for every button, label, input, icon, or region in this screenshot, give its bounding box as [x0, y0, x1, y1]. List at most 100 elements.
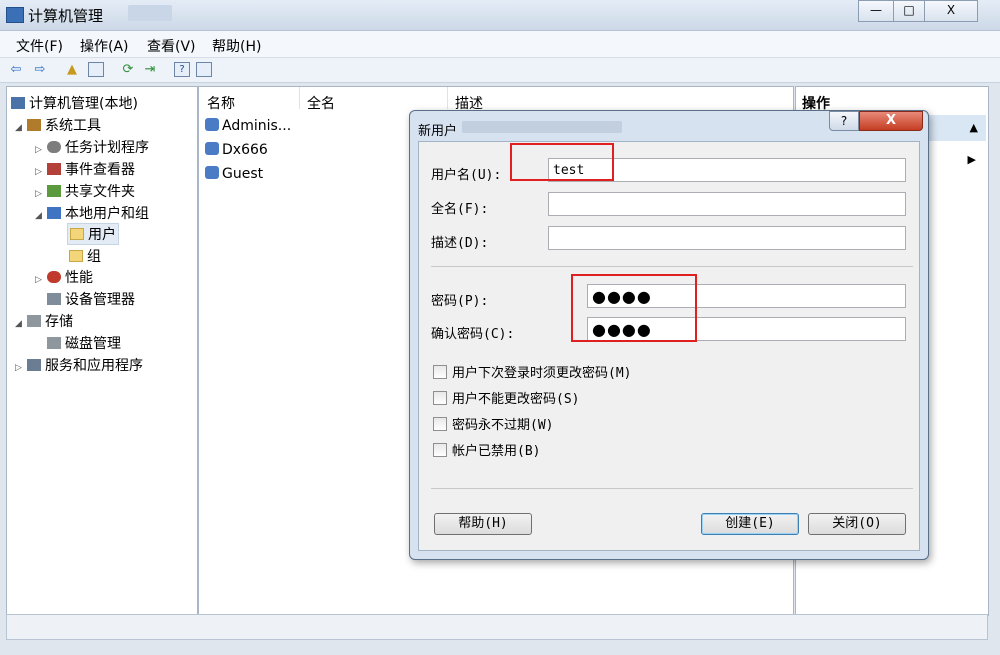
account-disabled-checkbox[interactable]: 帐户已禁用(B): [433, 440, 540, 459]
fullname-input[interactable]: [548, 192, 906, 216]
tree-item-users[interactable]: 用户: [67, 223, 119, 245]
password-input[interactable]: ●●●●: [587, 284, 906, 308]
dialog-title: 新用户: [418, 124, 458, 139]
tree-item-event-viewer[interactable]: ▷ 事件查看器: [35, 159, 135, 179]
services-icon: [27, 359, 41, 371]
up-folder-icon[interactable]: ▲: [64, 62, 80, 77]
tree-item-storage[interactable]: ◢ 存储: [15, 311, 73, 331]
divider: [431, 488, 913, 489]
menu-file[interactable]: 文件(F): [16, 36, 63, 56]
collapsed-arrow-icon[interactable]: ▷: [35, 189, 47, 199]
tree-item-task-scheduler[interactable]: ▷ 任务计划程序: [35, 137, 149, 157]
checkbox-label: 密码永不过期(W): [452, 418, 554, 433]
storage-icon: [27, 315, 41, 327]
navigation-tree: 计算机管理(本地) ◢ 系统工具 ▷ 任务计划程序 ▷ 事件查看器 ▷ 共享文件夹 ◢ 本…: [6, 86, 198, 616]
must-change-password-checkbox[interactable]: 用户下次登录时须更改密码(M): [433, 362, 631, 381]
checkbox-box[interactable]: [433, 391, 447, 405]
checkbox-box[interactable]: [433, 417, 447, 431]
help-button[interactable]: 帮助(H): [434, 513, 532, 535]
collapse-up-icon[interactable]: ▲: [970, 121, 978, 134]
tools-icon: [27, 119, 41, 131]
toolbar: ⇦ ⇨ ▲ ⟳ ⇥ ?: [0, 58, 1000, 83]
password-never-expires-checkbox[interactable]: 密码永不过期(W): [433, 414, 553, 433]
checkbox-label: 帐户已禁用(B): [452, 444, 541, 459]
more-actions-arrow-icon[interactable]: ▶: [968, 153, 976, 166]
checkbox-box[interactable]: [433, 365, 447, 379]
column-header-fullname[interactable]: 全名: [307, 93, 335, 113]
checkbox-label: 用户不能更改密码(S): [452, 392, 580, 407]
tree-item-local-users-groups[interactable]: ◢ 本地用户和组: [35, 203, 149, 223]
cannot-change-password-checkbox[interactable]: 用户不能更改密码(S): [433, 388, 579, 407]
menu-action[interactable]: 操作(A): [80, 36, 129, 56]
status-bar: [6, 614, 988, 640]
properties-icon[interactable]: [196, 62, 212, 77]
menu-bar: 文件(F) 操作(A) 查看(V) 帮助(H): [0, 31, 1000, 58]
tree-item-performance[interactable]: ▷ 性能: [35, 267, 93, 287]
folder-icon: [70, 228, 84, 240]
tree-label: 存储: [45, 314, 73, 330]
title-bar: 计算机管理 — □ X: [0, 0, 1000, 31]
refresh-icon[interactable]: ⟳: [120, 62, 136, 77]
tree-label: 用户: [88, 227, 116, 243]
tree-label: 本地用户和组: [65, 206, 149, 222]
tree-item-disk-management[interactable]: 磁盘管理: [47, 333, 121, 353]
new-user-dialog: 新用户 ? X 用户名(U): test 全名(F): 描述(D): 密码(P)…: [409, 110, 929, 560]
tree-label: 服务和应用程序: [45, 358, 143, 374]
collapsed-arrow-icon[interactable]: ▷: [35, 275, 47, 285]
computer-icon: [11, 97, 25, 109]
list-item[interactable]: Guest: [205, 166, 263, 182]
tree-item-root[interactable]: 计算机管理(本地): [11, 93, 138, 113]
tree-label: 磁盘管理: [65, 336, 121, 352]
tree-label: 设备管理器: [65, 292, 135, 308]
menu-view[interactable]: 查看(V): [147, 36, 196, 56]
tree-item-system-tools[interactable]: ◢ 系统工具: [15, 115, 101, 135]
clock-icon: [47, 141, 61, 153]
tree-item-shared-folders[interactable]: ▷ 共享文件夹: [35, 181, 135, 201]
list-item[interactable]: Adminis...: [205, 118, 291, 134]
tree-label: 系统工具: [45, 118, 101, 134]
expanded-arrow-icon[interactable]: ◢: [15, 123, 27, 133]
tree-item-services-apps[interactable]: ▷ 服务和应用程序: [15, 355, 143, 375]
export-list-icon[interactable]: ⇥: [142, 62, 158, 77]
users-group-icon: [47, 207, 61, 219]
forward-icon[interactable]: ⇨: [32, 62, 48, 77]
collapsed-arrow-icon[interactable]: ▷: [35, 145, 47, 155]
checkbox-box[interactable]: [433, 443, 447, 457]
collapsed-arrow-icon[interactable]: ▷: [35, 167, 47, 177]
confirm-password-label: 确认密码(C):: [431, 327, 515, 342]
expanded-arrow-icon[interactable]: ◢: [35, 211, 47, 221]
close-button[interactable]: 关闭(O): [808, 513, 906, 535]
username-label: 用户名(U):: [431, 168, 502, 183]
user-name: Dx666: [222, 142, 268, 158]
column-divider[interactable]: [447, 87, 448, 109]
confirm-password-input[interactable]: ●●●●: [587, 317, 906, 341]
dialog-help-button[interactable]: ?: [829, 111, 859, 131]
column-header-name[interactable]: 名称: [207, 93, 235, 113]
minimize-button[interactable]: —: [858, 0, 894, 22]
dialog-close-button[interactable]: X: [859, 111, 923, 131]
tree-label: 计算机管理(本地): [29, 96, 138, 112]
checkbox-label: 用户下次登录时须更改密码(M): [452, 366, 632, 381]
tree-label: 共享文件夹: [65, 184, 135, 200]
tree-label: 性能: [65, 270, 93, 286]
back-icon[interactable]: ⇦: [8, 62, 24, 77]
maximize-button[interactable]: □: [893, 0, 925, 22]
shared-folder-icon: [47, 185, 61, 197]
close-window-button[interactable]: X: [924, 0, 978, 22]
event-log-icon: [47, 163, 61, 175]
expanded-arrow-icon[interactable]: ◢: [15, 319, 27, 329]
list-item[interactable]: Dx666: [205, 142, 268, 158]
tree-item-device-manager[interactable]: 设备管理器: [47, 289, 135, 309]
column-divider[interactable]: [299, 87, 300, 109]
tree-item-groups[interactable]: 组: [69, 246, 101, 266]
help-icon[interactable]: ?: [174, 62, 190, 77]
performance-icon: [47, 271, 61, 283]
password-label: 密码(P):: [431, 294, 489, 309]
username-input[interactable]: test: [548, 158, 906, 182]
show-hide-tree-icon[interactable]: [88, 62, 104, 77]
description-input[interactable]: [548, 226, 906, 250]
menu-help[interactable]: 帮助(H): [212, 36, 261, 56]
user-icon: [205, 118, 219, 131]
collapsed-arrow-icon[interactable]: ▷: [15, 363, 27, 373]
create-button[interactable]: 创建(E): [701, 513, 799, 535]
